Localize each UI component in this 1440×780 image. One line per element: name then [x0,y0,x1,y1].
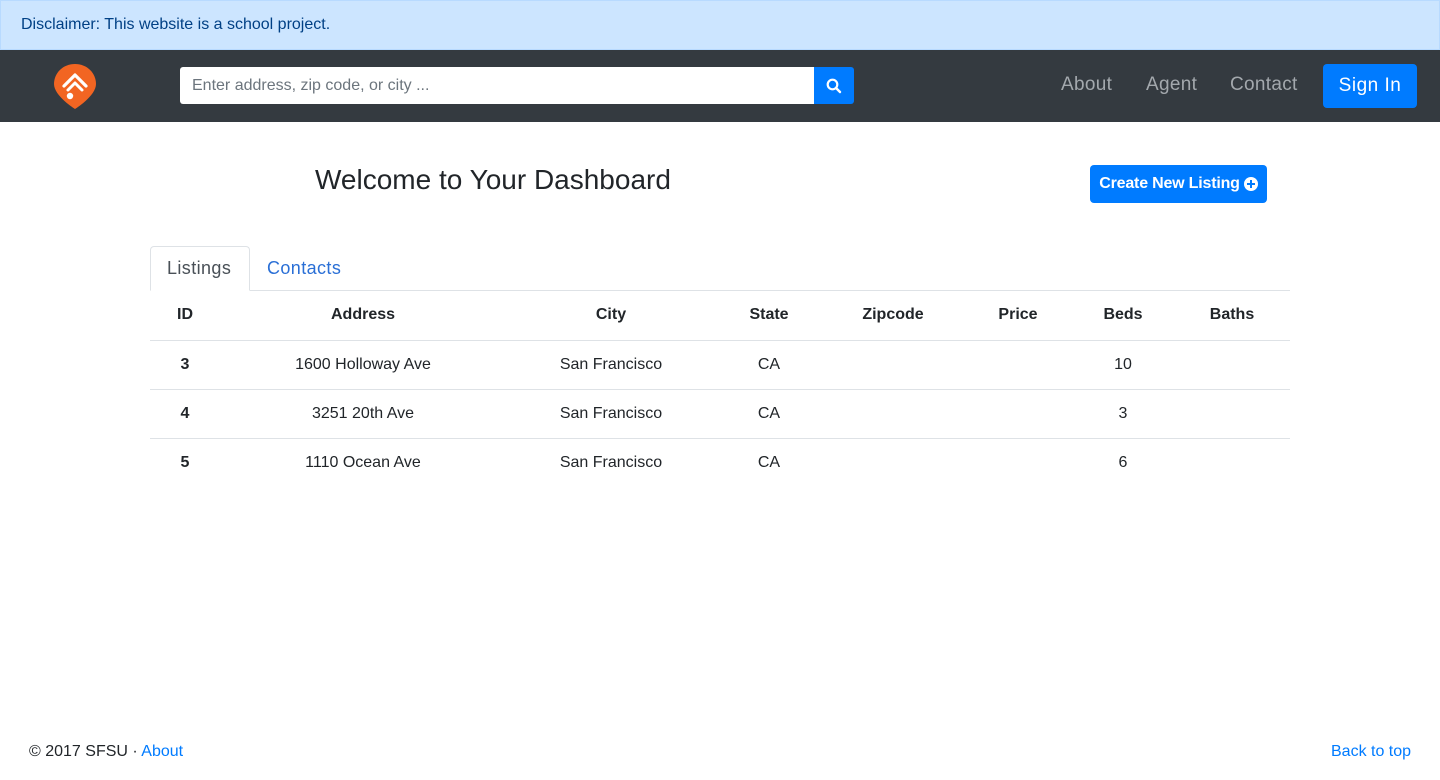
cell-address: 1600 Holloway Ave [220,340,506,390]
cell-beds: 10 [1072,340,1174,390]
cell-beds: 6 [1118,453,1128,471]
nav-link-about[interactable]: About [1061,74,1112,96]
column-header-zipcode: Zipcode [822,291,964,341]
cell-state: CA [757,453,781,471]
cell-address: 1110 Ocean Ave [305,453,421,471]
column-header-baths: Baths [1174,291,1290,341]
cell-id: 3 [150,340,220,390]
create-new-listing-button[interactable]: Create New Listing [1090,165,1267,203]
cell-city: San Francisco [559,453,663,471]
cell-baths [1174,438,1290,487]
cell-city: San Francisco [506,389,716,439]
listings-table: ID Address City State Zipcode Price Beds… [150,291,1290,487]
search-button[interactable] [814,67,854,104]
cell-zipcode [822,438,964,487]
tab-contacts[interactable]: Contacts [251,246,357,291]
top-navbar: About Agent Contact Sign In [0,50,1440,122]
footer-copyright: © 2017 SFSU · About [29,743,183,761]
cell-state: CA [716,389,822,439]
footer-about-link[interactable]: About [141,743,183,760]
column-header-price: Price [964,291,1072,341]
cell-id: 4 [150,389,220,439]
column-header-id: ID [150,291,220,341]
search-input[interactable] [180,67,814,104]
home-pin-logo-icon[interactable] [52,62,98,110]
cell-id: 5 [180,453,190,471]
cell-price [964,438,1072,487]
cell-state: CA [716,340,822,390]
cell-beds: 3 [1072,389,1174,439]
cell-price [964,340,1072,390]
cell-zipcode [822,389,964,439]
cell-price [964,389,1072,439]
column-header-address: Address [220,291,506,341]
search-bar [180,67,854,104]
plus-circle-icon [1243,177,1258,191]
table-row[interactable]: 3 1600 Holloway Ave San Francisco CA 10 [150,340,1290,390]
cell-address: 3251 20th Ave [220,389,506,439]
column-header-state: State [716,291,822,341]
create-new-listing-label: Create New Listing [1099,175,1240,192]
dashboard-tabs: Listings Contacts [150,246,1290,291]
back-to-top-link[interactable]: Back to top [1331,743,1411,761]
sign-in-button[interactable]: Sign In [1323,64,1417,108]
cell-zipcode [822,340,964,390]
tab-listings[interactable]: Listings [150,246,250,291]
table-row[interactable]: 4 3251 20th Ave San Francisco CA 3 [150,389,1290,439]
disclaimer-text: Disclaimer: This website is a school pro… [21,16,331,33]
disclaimer-banner: Disclaimer: This website is a school pro… [0,0,1440,50]
table-header-row: ID Address City State Zipcode Price Beds… [150,291,1290,341]
copyright-text: © 2017 SFSU · [29,743,142,760]
table-row[interactable]: 5 1110 Ocean Ave San Francisco CA 6 [150,438,1290,487]
page-title: Welcome to Your Dashboard [315,164,671,195]
nav-link-agent[interactable]: Agent [1146,74,1197,96]
column-header-beds: Beds [1072,291,1174,341]
search-icon [826,78,842,93]
cell-baths [1174,340,1290,390]
column-header-city: City [506,291,716,341]
cell-city: San Francisco [506,340,716,390]
cell-baths [1174,389,1290,439]
nav-link-contact[interactable]: Contact [1230,74,1298,96]
